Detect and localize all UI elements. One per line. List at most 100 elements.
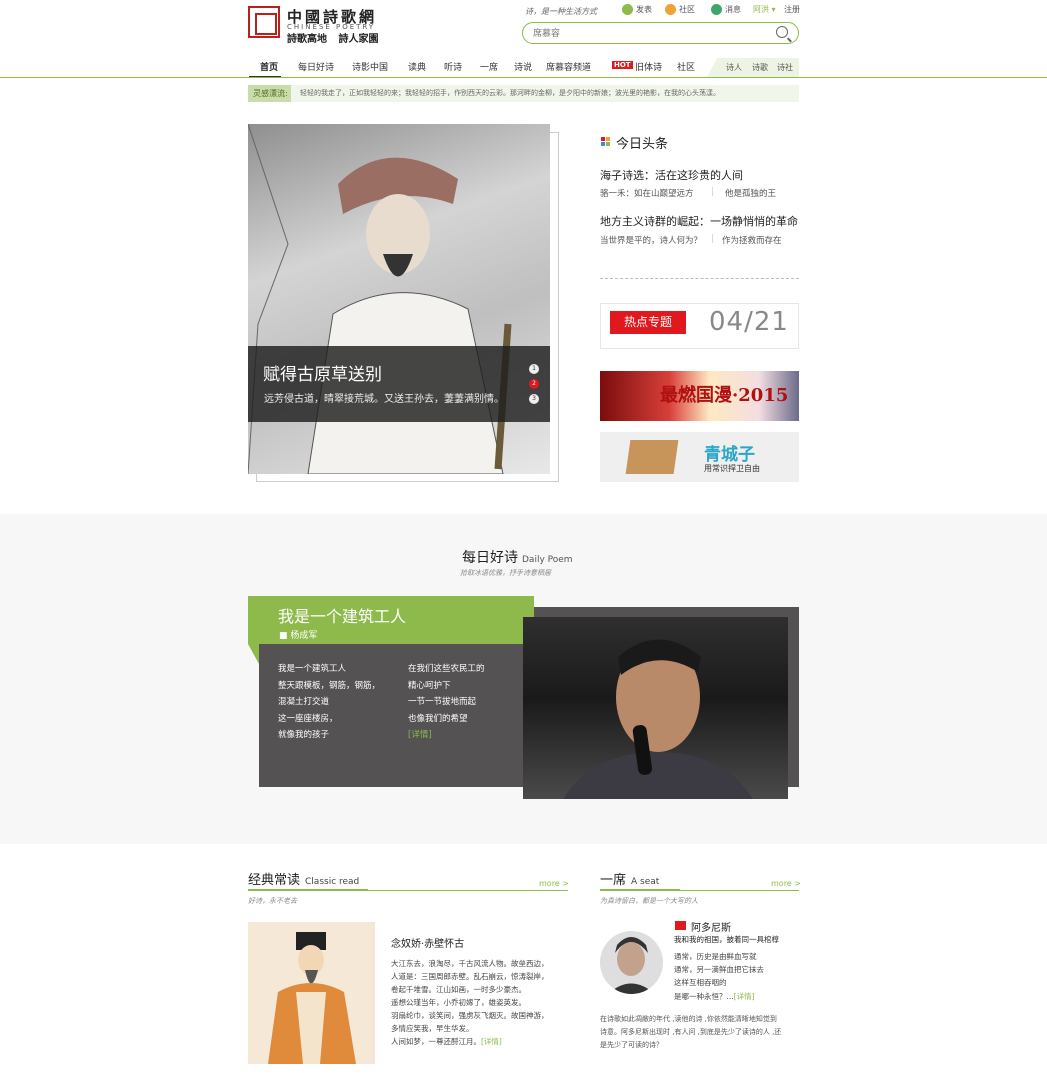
slide-dot-3[interactable]: 3 <box>529 394 539 404</box>
daily-poem-subtitle: 拾取冰语优雅，抒手诗意栖居 <box>460 569 551 577</box>
classic-line: 人道是：三国周郎赤壁。乱石崩云，惊涛裂岸， <box>391 972 549 981</box>
seat-more-link[interactable]: more > <box>771 879 801 888</box>
message-link[interactable]: 消息 <box>711 4 741 15</box>
pen-icon <box>622 4 633 15</box>
nav-poem-image[interactable]: 诗影中国 <box>352 60 388 73</box>
slide-dot-2[interactable]: 2 <box>529 379 539 389</box>
headline-grid-icon <box>601 137 611 147</box>
nav-poets[interactable]: 诗人 <box>726 62 742 73</box>
classic-line: 遥想公瑾当年，小乔初嫁了，雄姿英发。 <box>391 998 526 1007</box>
classic-subtitle: 好诗，永不老去 <box>248 897 297 905</box>
poem-line: 整天跟模板，钢筋，钢筋， <box>278 680 381 691</box>
nav-listen[interactable]: 听诗 <box>444 60 462 73</box>
scholar-painting-icon <box>268 932 356 1064</box>
community-link[interactable]: 社区 <box>665 4 695 15</box>
daily-poem-author[interactable]: ■ 杨成军 <box>279 628 317 641</box>
nav-home[interactable]: 首页 <box>260 60 278 73</box>
classic-line: 多情应笑我，早生华发。 <box>391 1024 474 1033</box>
poet-photo[interactable] <box>523 617 788 799</box>
hot-topic-button[interactable]: 热点专题 <box>610 311 686 334</box>
ad2-slogan: 用常识捍卫自由 <box>704 464 760 473</box>
headline-sub-1b[interactable]: 他是孤独的王 <box>725 187 776 199</box>
ticker-text[interactable]: 轻轻的我走了，正如我轻轻的来；我轻轻的招手，作别西天的云彩。那河畔的金柳，是夕阳… <box>300 88 795 98</box>
message-icon <box>711 4 722 15</box>
nav-divider <box>0 77 1047 78</box>
poem-line: 精心呵护下 <box>408 680 451 691</box>
nav-poems[interactable]: 诗歌 <box>752 62 768 73</box>
classic-line: 人间如梦，一尊还酹江月。[详情] <box>391 1037 502 1046</box>
poem-line: 在我们这些农民工的 <box>408 664 485 674</box>
anime-banner-ad[interactable]: 最燃国漫·2015 <box>600 371 799 421</box>
site-slogan: 诗，是一种生活方式 <box>525 7 597 16</box>
hot-topic-date: 04/21 <box>709 307 789 337</box>
dashed-divider <box>600 278 799 279</box>
su-shi-portrait[interactable] <box>248 922 375 1064</box>
community-icon <box>665 4 676 15</box>
hero-text: 远芳侵古道，晴翠接荒城。又送王孙去，萋萋满别情。 <box>264 394 504 405</box>
post-link[interactable]: 发表 <box>622 4 652 15</box>
register-link[interactable]: 注册 <box>784 4 800 15</box>
classic-rule <box>368 890 568 891</box>
seat-poem-head: 我和我的祖国，披着同一具棺椁 <box>674 935 779 944</box>
seat-line: 这样互相吞咽的 <box>674 978 727 987</box>
poem-line: 也像我们的希望 <box>408 713 468 724</box>
separator: | <box>711 234 714 244</box>
nav-xi-murong[interactable]: 席慕容频道 <box>546 60 591 73</box>
seat-line: 通常，另一滴鲜血把它抹去 <box>674 965 764 974</box>
poem-col-2: 在我们这些农民工的 精心呵护下 一节一节拔地而起 也像我们的希望 [详情] <box>408 661 485 744</box>
seat-desc-line: 在诗歌如此凋敝的年代 ,读他的诗 ,你依然能清晰地知觉到 <box>600 1015 777 1023</box>
poem-col-1: 我是一个建筑工人 整天跟模板，钢筋，钢筋， 混凝土打交道 这一座座楼房， 就像我… <box>278 661 380 744</box>
daily-poem-name[interactable]: 我是一个建筑工人 <box>278 603 406 627</box>
slide-dot-1[interactable]: 1 <box>529 364 539 374</box>
nav-poem-talk[interactable]: 诗说 <box>514 60 532 73</box>
classic-title: 经典常读 Classic read <box>248 873 360 888</box>
ticker-tag: 灵感漂流: <box>248 85 291 102</box>
headline-link-2[interactable]: 地方主义诗群的崛起：一场静悄悄的革命 <box>600 213 798 229</box>
classic-detail-link[interactable]: [详情] <box>481 1037 502 1046</box>
seat-line: 是哪一种永恒？...[详情] <box>674 992 755 1001</box>
headline-sub-2b[interactable]: 作为拯救而存在 <box>722 234 782 246</box>
logo-icon[interactable] <box>248 6 280 38</box>
headline-sub-2a[interactable]: 当世界是平的，诗人何为？ <box>600 234 702 246</box>
seat-poet-name[interactable]: 阿多尼斯 <box>691 919 731 934</box>
qingchengzi-banner-ad[interactable]: 青城子 用常识捍卫自由 <box>600 432 799 482</box>
classic-line: 大江东去，浪淘尽，千古风流人物。故垒西边， <box>391 959 549 968</box>
headline-link-1[interactable]: 海子诗选：活在这珍贵的人间 <box>600 167 743 183</box>
ad1-text: 最燃国漫·2015 <box>660 385 789 406</box>
user-menu[interactable]: 阿洪 ▾ <box>753 4 776 15</box>
ad2-brand: 青城子 <box>704 445 755 465</box>
headlines-title: 今日头条 <box>616 137 669 152</box>
daily-poem-detail-link[interactable]: [详情] <box>408 727 485 744</box>
classic-line: 卷起千堆雪。江山如画，一时多少豪杰。 <box>391 985 526 994</box>
classic-poem-title[interactable]: 念奴娇·赤壁怀古 <box>391 935 464 950</box>
adonis-avatar[interactable] <box>600 931 663 994</box>
nav-daily-poem[interactable]: 每日好诗 <box>298 60 334 73</box>
nav-classical-poem[interactable]: 旧体诗 <box>635 60 662 73</box>
classic-underline <box>248 889 368 891</box>
logo-tagline: 詩歌高地 詩人家園 <box>287 34 379 45</box>
nav-community[interactable]: 社区 <box>677 60 695 73</box>
poem-line: 混凝土打交道 <box>278 697 330 707</box>
poem-line: 这一座座楼房， <box>278 713 338 724</box>
seat-rule <box>680 890 799 891</box>
hero-title[interactable]: 赋得古原草送别 <box>263 360 382 385</box>
seat-desc-line: 是先少了可读的诗？ <box>600 1041 663 1049</box>
poet-portrait-icon <box>563 639 753 799</box>
search-input[interactable] <box>533 26 763 40</box>
seat-desc-line: 诗意。阿多尼斯出现时 ,有人问 ,到底是先少了读诗的人 ,还 <box>600 1028 782 1036</box>
nav-poem-clubs[interactable]: 诗社 <box>777 62 793 73</box>
search-icon[interactable] <box>776 26 788 38</box>
poem-line: 一节一节拔地而起 <box>408 697 477 707</box>
classic-more-link[interactable]: more > <box>539 879 569 888</box>
hot-badge: HOT <box>612 61 633 69</box>
seat-detail-link[interactable]: [详情] <box>734 992 755 1001</box>
search-box <box>522 22 799 44</box>
nav-a-seat[interactable]: 一席 <box>480 60 498 73</box>
nav-read-classic[interactable]: 读典 <box>408 60 426 73</box>
separator: | <box>711 187 714 197</box>
headline-sub-1a[interactable]: 骆一禾：如在山巅望远方 <box>600 187 694 199</box>
poem-line: 我是一个建筑工人 <box>278 664 347 674</box>
seat-subtitle: 为真诗留白，都是一个大写的人 <box>600 897 698 905</box>
seat-underline <box>600 889 680 891</box>
daily-poem-title: 每日好诗 Daily Poem <box>462 550 573 566</box>
